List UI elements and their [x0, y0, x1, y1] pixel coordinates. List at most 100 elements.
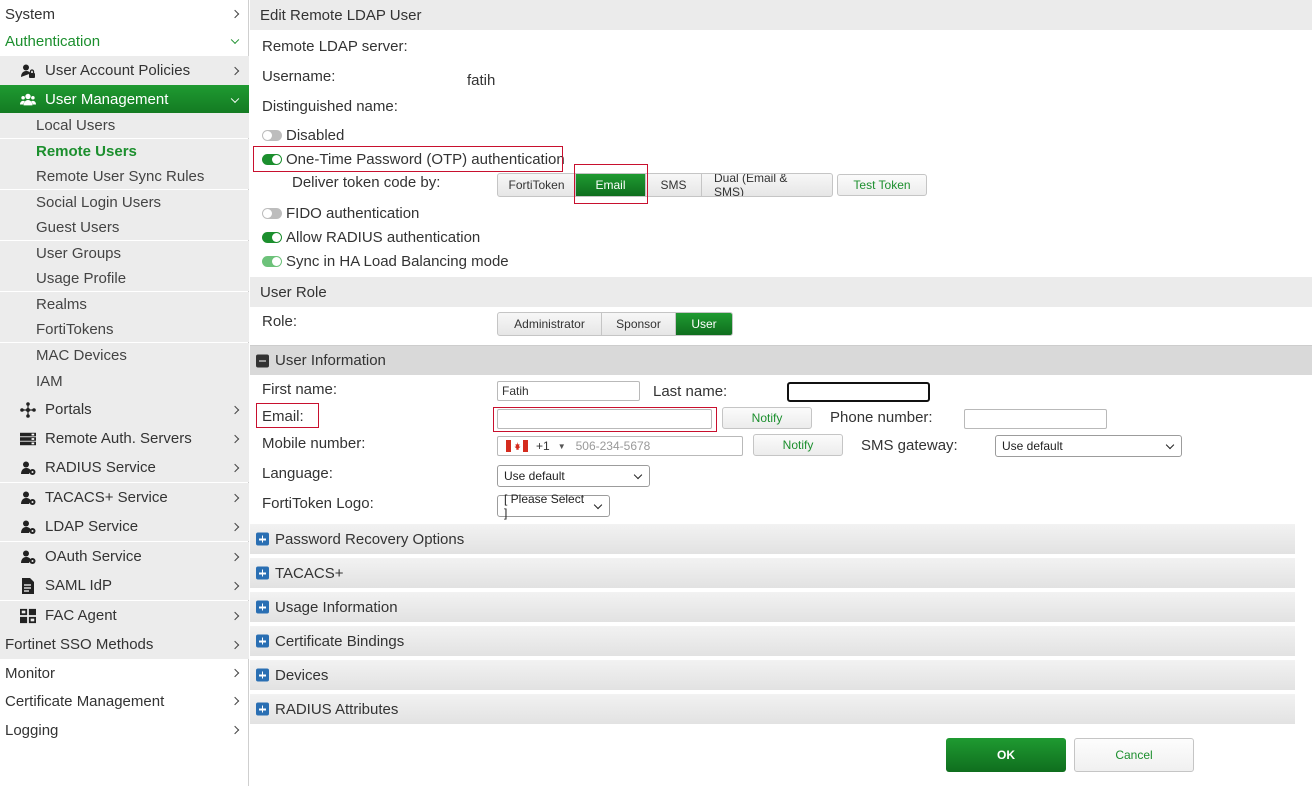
caret-down-icon: ▼ — [557, 441, 566, 451]
language-label: Language: — [262, 465, 333, 482]
nav-saml-idp-label: SAML IdP — [45, 577, 112, 594]
otp-highlight — [253, 146, 563, 172]
section-radius-attributes[interactable]: RADIUS Attributes — [250, 694, 1295, 725]
nav-remote-auth-servers[interactable]: Remote Auth. Servers — [0, 424, 249, 453]
role-sponsor-option[interactable]: Sponsor — [602, 313, 676, 335]
nav-radius-service[interactable]: RADIUS Service — [0, 453, 249, 482]
user-information-header[interactable]: User Information — [250, 345, 1312, 375]
role-user-option[interactable]: User — [676, 313, 732, 335]
email-notify-button[interactable]: Notify — [722, 407, 812, 429]
nav-usage-profile[interactable]: Usage Profile — [0, 266, 249, 291]
chevron-right-icon — [230, 405, 240, 414]
deliver-dual-option[interactable]: Dual (Email & SMS) — [702, 174, 832, 196]
nav-remote-users[interactable]: Remote Users — [0, 139, 249, 164]
sms-gateway-select[interactable]: Use default — [995, 435, 1182, 457]
username-label: Username: — [262, 68, 336, 85]
nav-logging-label: Logging — [5, 721, 59, 739]
nav-realms[interactable]: Realms — [0, 292, 249, 317]
nav-oauth-service[interactable]: OAuth Service — [0, 542, 249, 571]
nav-tacacs-service[interactable]: TACACS+ Service — [0, 483, 249, 512]
nav-iam[interactable]: IAM — [0, 368, 249, 395]
nav-social-login-users[interactable]: Social Login Users — [0, 190, 249, 215]
nav-fortitokens[interactable]: FortiTokens — [0, 317, 249, 342]
nav-user-management[interactable]: User Management — [0, 85, 249, 114]
nav-mac-devices-label: MAC Devices — [36, 347, 127, 364]
nav-mac-devices[interactable]: MAC Devices — [0, 343, 249, 368]
section-password-recovery-options[interactable]: Password Recovery Options — [250, 524, 1295, 555]
role-selector: Administrator Sponsor User — [497, 312, 733, 336]
nav-fac-agent[interactable]: FAC Agent — [0, 601, 249, 630]
ok-button[interactable]: OK — [946, 738, 1066, 772]
nav-fortinet-sso-methods[interactable]: Fortinet SSO Methods — [0, 630, 249, 659]
last-name-input[interactable] — [787, 382, 930, 402]
fido-toggle[interactable] — [262, 208, 282, 219]
last-name-label: Last name: — [653, 383, 728, 400]
radius-label: Allow RADIUS authentication — [286, 229, 481, 246]
disabled-toggle[interactable] — [262, 130, 282, 141]
nav-portals[interactable]: Portals — [0, 395, 249, 424]
test-token-button[interactable]: Test Token — [837, 174, 927, 196]
expand-icon — [256, 600, 269, 614]
nav-realms-label: Realms — [36, 296, 87, 313]
agent-icon — [20, 608, 36, 624]
chevron-right-icon — [230, 725, 240, 735]
nav-user-account-policies[interactable]: User Account Policies — [0, 56, 249, 85]
phone-number-label: Phone number: — [830, 409, 933, 426]
mobile-number-input[interactable]: 506-234-5678 — [576, 439, 651, 453]
section-certificate-bindings[interactable]: Certificate Bindings — [250, 626, 1295, 657]
user-role-header-text: User Role — [260, 283, 327, 301]
chevron-down-icon — [230, 94, 240, 103]
phone-number-input[interactable] — [964, 409, 1107, 429]
radius-toggle[interactable] — [262, 232, 282, 243]
nav-local-users[interactable]: Local Users — [0, 113, 249, 138]
ha-sync-toggle[interactable] — [262, 256, 282, 267]
nav-radius-service-label: RADIUS Service — [45, 459, 156, 476]
users-icon — [20, 92, 36, 108]
expand-icon — [256, 532, 269, 546]
deliver-token-selector: FortiToken Email SMS Dual (Email & SMS) — [497, 173, 833, 197]
chevron-right-icon — [230, 611, 240, 620]
nav-user-groups[interactable]: User Groups — [0, 241, 249, 266]
language-select[interactable]: Use default — [497, 465, 650, 487]
nav-monitor[interactable]: Monitor — [0, 659, 249, 687]
email-option-highlight — [574, 164, 648, 204]
deliver-sms-option[interactable]: SMS — [646, 174, 702, 196]
first-name-input[interactable]: Fatih — [497, 381, 640, 401]
expand-icon — [256, 702, 269, 716]
section-tacacs[interactable]: TACACS+ — [250, 558, 1295, 589]
country-code-selector[interactable]: +1 ▼ — [498, 437, 566, 455]
role-administrator-option[interactable]: Administrator — [498, 313, 602, 335]
chevron-down-icon — [230, 35, 240, 45]
section-usage-information[interactable]: Usage Information — [250, 592, 1295, 623]
deliver-fortitoken-option[interactable]: FortiToken — [498, 174, 576, 196]
section-usage-information-label: Usage Information — [275, 598, 398, 616]
nav-remote-users-label: Remote Users — [36, 143, 137, 160]
language-value: Use default — [504, 469, 565, 483]
chevron-right-icon — [230, 581, 240, 590]
section-tacacs-label: TACACS+ — [275, 564, 344, 582]
nav-certificate-management[interactable]: Certificate Management — [0, 687, 249, 715]
fortitoken-logo-select[interactable]: [ Please Select ] — [497, 492, 610, 520]
nav-remote-user-sync-rules[interactable]: Remote User Sync Rules — [0, 164, 249, 189]
nav-social-login-users-label: Social Login Users — [36, 194, 162, 211]
nav-authentication[interactable]: Authentication — [0, 27, 249, 55]
nav-ldap-service[interactable]: LDAP Service — [0, 512, 249, 541]
section-devices[interactable]: Devices — [250, 660, 1295, 691]
distinguished-name-label: Distinguished name: — [262, 98, 398, 115]
fido-label: FIDO authentication — [286, 205, 420, 222]
user-gear-icon — [20, 519, 36, 535]
nav-usage-profile-label: Usage Profile — [36, 270, 127, 287]
user-gear-icon — [20, 490, 36, 506]
chevron-right-icon — [230, 66, 240, 75]
nav-oauth-service-label: OAuth Service — [45, 548, 142, 565]
mobile-notify-button[interactable]: Notify — [753, 434, 843, 456]
nav-saml-idp[interactable]: SAML IdP — [0, 571, 249, 600]
chevron-down-icon — [593, 500, 603, 510]
chevron-right-icon — [230, 696, 240, 706]
country-code-text: +1 — [536, 439, 550, 453]
cancel-button[interactable]: Cancel — [1074, 738, 1194, 772]
nav-system[interactable]: System — [0, 0, 249, 28]
nav-user-groups-label: User Groups — [36, 245, 122, 262]
nav-logging[interactable]: Logging — [0, 716, 249, 744]
nav-guest-users[interactable]: Guest Users — [0, 215, 249, 240]
